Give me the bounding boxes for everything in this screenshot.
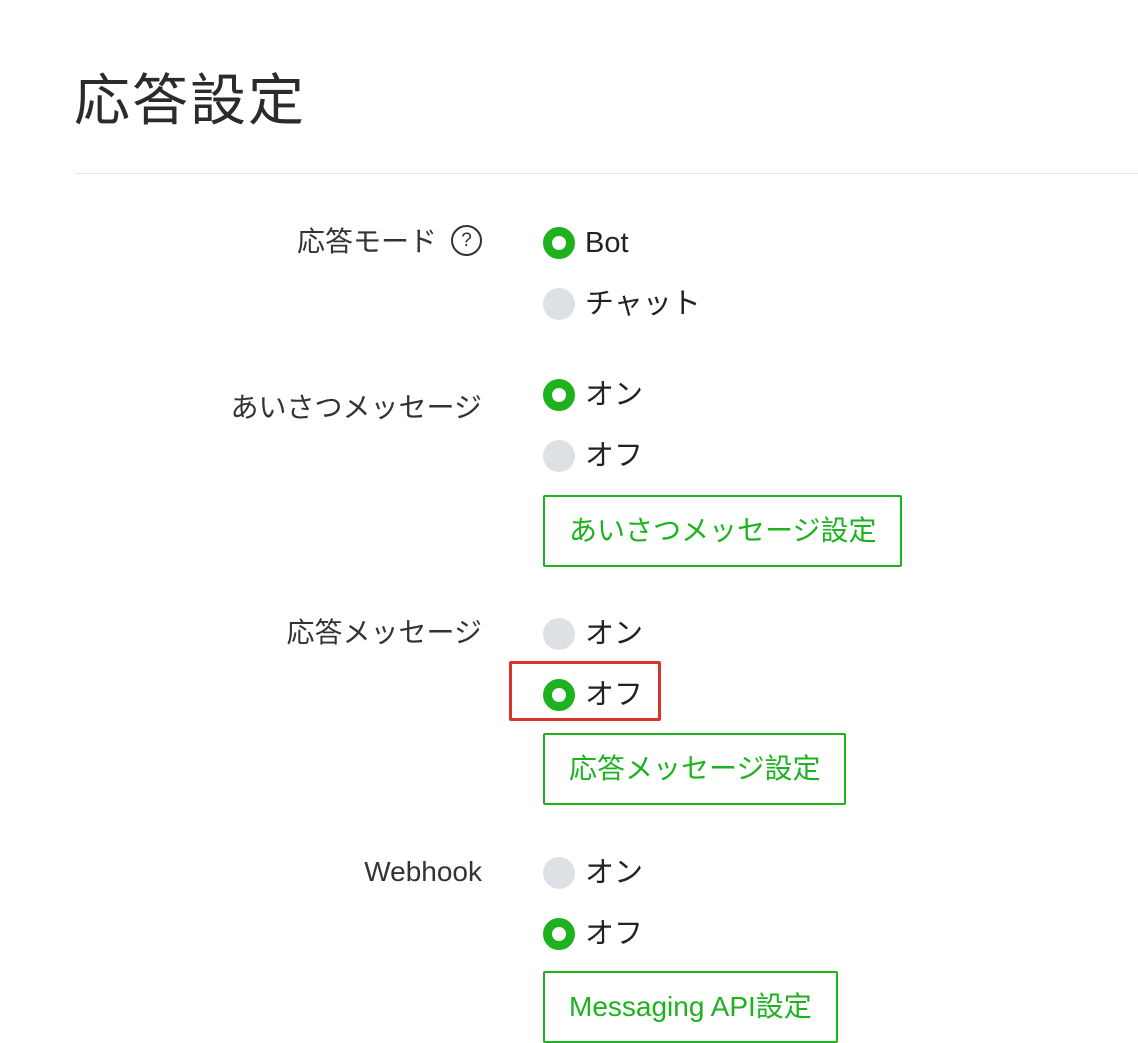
- help-icon[interactable]: ?: [451, 224, 482, 256]
- radio-label: オン: [585, 618, 644, 650]
- radio-label: オン: [585, 379, 644, 411]
- webhook-option-on[interactable]: オン: [543, 853, 643, 893]
- radio-label: オフ: [585, 679, 644, 711]
- radio-checked-icon[interactable]: [543, 227, 575, 259]
- radio-label: チャット: [585, 288, 701, 320]
- auto-response-label: 応答メッセージ: [286, 616, 482, 649]
- auto-response-option-on[interactable]: オン: [543, 614, 643, 654]
- messaging-api-settings-button[interactable]: Messaging API設定: [543, 971, 838, 1043]
- radio-label: オン: [585, 857, 644, 889]
- radio-label: オフ: [585, 918, 644, 950]
- response-mode-label: 応答モード?: [62, 222, 482, 262]
- greeting-message-label: あいさつメッセージ: [230, 391, 482, 424]
- radio-label: オフ: [585, 440, 644, 472]
- greeting-message-settings-button[interactable]: あいさつメッセージ設定: [543, 495, 903, 567]
- page-title: 応答設定: [74, 69, 306, 134]
- auto-response-settings-button[interactable]: 応答メッセージ設定: [543, 733, 847, 805]
- radio-label: Bot: [585, 227, 629, 259]
- radio-unchecked-icon[interactable]: [543, 618, 575, 650]
- webhook-label: Webhook: [364, 856, 482, 887]
- radio-unchecked-icon[interactable]: [543, 440, 575, 472]
- webhook-option-off[interactable]: オフ: [543, 914, 643, 954]
- radio-checked-icon[interactable]: [543, 679, 575, 711]
- auto-response-option-off[interactable]: オフ: [543, 675, 643, 715]
- response-mode-label-text: 応答モード: [296, 225, 437, 258]
- radio-unchecked-icon[interactable]: [543, 288, 575, 320]
- radio-checked-icon[interactable]: [543, 918, 575, 950]
- radio-unchecked-icon[interactable]: [543, 857, 575, 889]
- header-divider: [75, 173, 1138, 174]
- response-mode-option-chat[interactable]: チャット: [543, 284, 701, 324]
- greeting-message-option-off[interactable]: オフ: [543, 436, 643, 476]
- greeting-message-option-on[interactable]: オン: [543, 375, 643, 415]
- response-mode-option-bot[interactable]: Bot: [543, 223, 629, 263]
- radio-checked-icon[interactable]: [543, 379, 575, 411]
